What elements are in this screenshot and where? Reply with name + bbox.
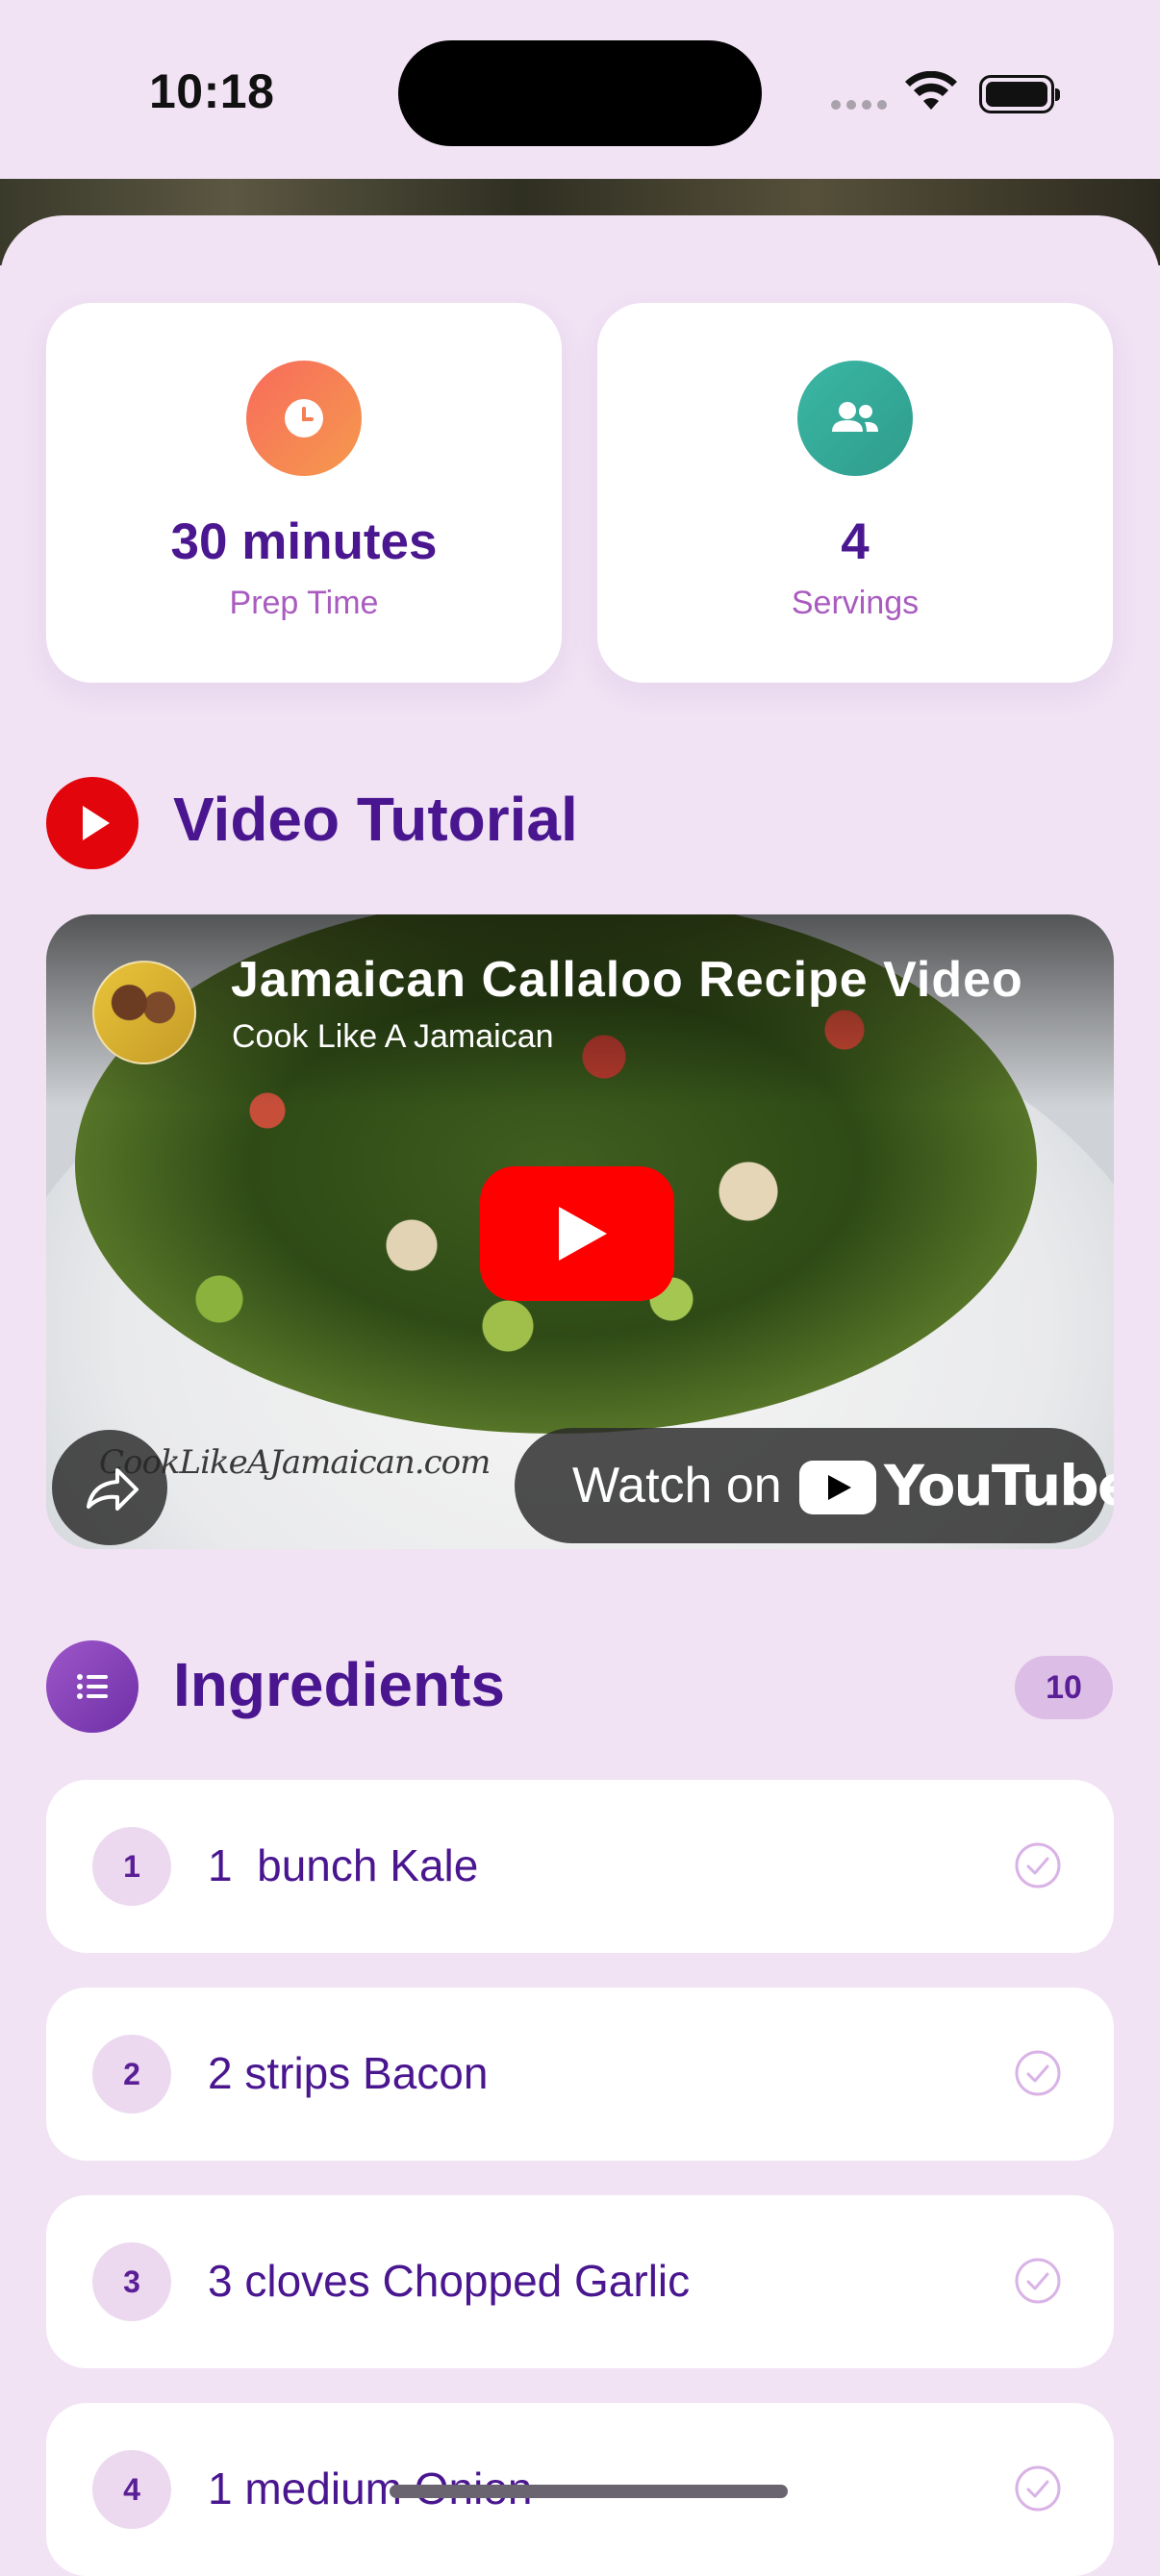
servings-value: 4 bbox=[841, 513, 870, 570]
list-icon bbox=[46, 1640, 139, 1733]
ingredient-text: 1 bunch Kale bbox=[208, 1840, 479, 1890]
watch-on-youtube-button[interactable]: Watch on YouTube bbox=[515, 1428, 1114, 1543]
checkmark-circle-icon[interactable] bbox=[1014, 2464, 1062, 2513]
ingredient-item[interactable]: 2 2 strips Bacon bbox=[46, 1988, 1114, 2161]
prep-time-card: 30 minutes Prep Time bbox=[46, 303, 562, 683]
video-channel: Cook Like A Jamaican bbox=[232, 1018, 554, 1055]
channel-avatar[interactable] bbox=[92, 961, 196, 1064]
video-player[interactable]: Jamaican Callaloo Recipe Video Cook Like… bbox=[46, 914, 1114, 1549]
ingredients-count-badge: 10 bbox=[1015, 1656, 1113, 1719]
wifi-icon bbox=[905, 71, 957, 110]
play-circle-icon bbox=[46, 777, 139, 869]
servings-label: Servings bbox=[791, 585, 920, 621]
share-icon bbox=[87, 1468, 139, 1511]
ingredient-text: 2 strips Bacon bbox=[208, 2048, 489, 2098]
prep-time-label: Prep Time bbox=[229, 585, 379, 621]
ingredient-number: 2 bbox=[92, 2035, 171, 2113]
ingredient-number: 4 bbox=[92, 2450, 171, 2529]
dynamic-island bbox=[398, 40, 762, 146]
home-indicator[interactable] bbox=[390, 2485, 788, 2498]
share-button[interactable] bbox=[52, 1430, 167, 1545]
servings-card: 4 Servings bbox=[597, 303, 1113, 683]
youtube-logo-icon bbox=[799, 1461, 876, 1514]
ingredient-item[interactable]: 3 3 cloves Chopped Garlic bbox=[46, 2195, 1114, 2368]
video-section-title: Video Tutorial bbox=[173, 785, 578, 854]
watch-on-label: Watch on bbox=[572, 1458, 782, 1513]
checkmark-circle-icon[interactable] bbox=[1014, 1841, 1062, 1889]
checkmark-circle-icon[interactable] bbox=[1014, 2257, 1062, 2305]
battery-icon bbox=[979, 75, 1060, 113]
prep-time-value: 30 minutes bbox=[170, 513, 438, 570]
signal-icon bbox=[831, 100, 887, 110]
ingredient-text: 3 cloves Chopped Garlic bbox=[208, 2256, 691, 2306]
play-button[interactable] bbox=[480, 1166, 674, 1301]
people-icon bbox=[797, 361, 913, 476]
status-time: 10:18 bbox=[149, 64, 275, 118]
video-title[interactable]: Jamaican Callaloo Recipe Video bbox=[231, 951, 1023, 1009]
status-bar: 10:18 bbox=[0, 0, 1160, 179]
youtube-wordmark: YouTube bbox=[884, 1453, 1114, 1518]
ingredients-section-title: Ingredients bbox=[173, 1650, 505, 1719]
checkmark-circle-icon[interactable] bbox=[1014, 2049, 1062, 2097]
ingredient-number: 3 bbox=[92, 2242, 171, 2321]
ingredient-number: 1 bbox=[92, 1827, 171, 1906]
clock-icon bbox=[246, 361, 362, 476]
ingredient-item[interactable]: 1 1 bunch Kale bbox=[46, 1780, 1114, 1953]
